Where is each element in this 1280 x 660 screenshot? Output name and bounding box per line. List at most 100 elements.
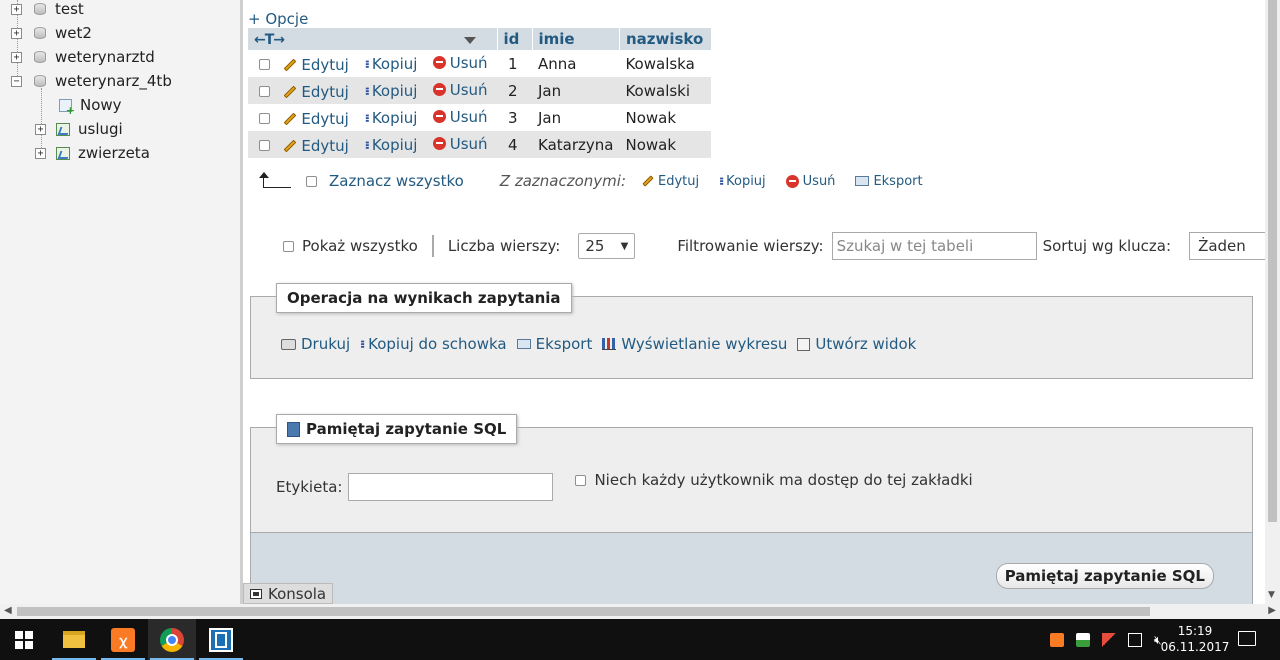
tree-item-label[interactable]: weterynarztd — [55, 48, 155, 66]
bulk-copy-button[interactable]: ⁝⁝ Kopiuj — [719, 174, 766, 189]
edit-row-button[interactable]: Edytuj — [283, 56, 349, 74]
edit-row-button[interactable]: Edytuj — [283, 137, 349, 155]
tree-item-weterynarztd[interactable]: + weterynarztd — [11, 46, 155, 68]
delete-row-button[interactable]: Usuń — [432, 54, 488, 72]
copy-row-button[interactable]: ⁝⁝ Kopiuj — [365, 82, 418, 100]
tree-item-label[interactable]: uslugi — [78, 120, 123, 138]
save-bookmark-button[interactable]: Pamiętaj zapytanie SQL — [995, 563, 1214, 589]
scroll-down-icon[interactable]: ▼ — [1268, 590, 1275, 600]
bulk-delete-label: Usuń — [802, 173, 836, 189]
copy-label: Kopiuj — [371, 82, 418, 101]
expand-icon[interactable]: + — [11, 51, 22, 63]
delete-row-button[interactable]: Usuń — [432, 134, 488, 153]
column-resize-arrows[interactable]: ←T→ — [254, 32, 285, 48]
select-all-checkbox[interactable] — [306, 175, 317, 187]
cell-id: 4 — [497, 131, 532, 158]
volume-alert-icon[interactable] — [1102, 632, 1116, 647]
row-checkbox[interactable] — [259, 85, 270, 97]
bookmark-query-legend: Pamiętaj zapytanie SQL — [276, 414, 518, 444]
copy-row-button[interactable]: ⁝⁝ Kopiuj — [365, 136, 418, 154]
bookmark-label-input[interactable] — [348, 473, 554, 501]
create-view-label: Utwórz widok — [815, 335, 917, 353]
clock[interactable]: 15:19 06.11.2017 — [1160, 623, 1230, 655]
vertical-scrollbar[interactable]: ▼ — [1265, 0, 1280, 604]
scroll-right-icon[interactable]: ▶ — [1268, 605, 1276, 616]
print-link[interactable]: Drukuj — [281, 335, 350, 353]
copy-row-button[interactable]: ⁝⁝ Kopiuj — [365, 55, 418, 73]
tree-item-wet2[interactable]: + wet2 — [11, 22, 92, 44]
shared-bookmark-checkbox[interactable] — [575, 474, 587, 486]
taskbar-editor[interactable] — [197, 619, 245, 660]
taskbar-xampp[interactable]: ꭓ — [99, 619, 147, 660]
vertical-scroll-thumb[interactable] — [1268, 0, 1277, 522]
notification-center-icon[interactable] — [1238, 631, 1256, 646]
filter-label: Filtrowanie wierszy: — [677, 237, 824, 255]
table-icon — [56, 146, 70, 160]
edit-row-button[interactable]: Edytuj — [283, 83, 349, 101]
show-all-checkbox[interactable] — [283, 240, 294, 252]
sort-by-key-select[interactable]: Żaden — [1189, 232, 1265, 260]
bulk-edit-button[interactable]: Edytuj — [642, 174, 699, 189]
taskbar-chrome[interactable] — [148, 619, 196, 660]
column-header-nazwisko[interactable]: nazwisko — [619, 28, 712, 50]
expand-icon[interactable]: + — [11, 3, 22, 15]
column-header-id[interactable]: id — [497, 28, 533, 50]
shared-bookmark-label[interactable]: Niech każdy użytkownik ma dostęp do tej … — [594, 471, 972, 489]
database-icon — [34, 75, 46, 87]
select-all-link[interactable]: Zaznacz wszystko — [329, 172, 464, 190]
copy-to-clipboard-link[interactable]: ⁝⁝ Kopiuj do schowka — [360, 335, 507, 353]
expand-icon[interactable]: + — [35, 147, 46, 159]
tree-item-weterynarz-4tb[interactable]: − weterynarz_4tb — [11, 70, 172, 92]
console-toggle[interactable]: Konsola — [243, 583, 334, 604]
expand-icon[interactable]: + — [35, 123, 46, 135]
cell-id: 1 — [497, 50, 532, 77]
sort-dropdown-icon[interactable] — [464, 37, 477, 44]
taskbar-file-explorer[interactable] — [50, 619, 98, 660]
tree-item-label[interactable]: weterynarz_4tb — [55, 72, 172, 90]
tree-item-label[interactable]: wet2 — [55, 24, 92, 42]
tree-item-label[interactable]: test — [55, 0, 84, 18]
column-header-imie[interactable]: imie — [532, 28, 620, 50]
delete-row-button[interactable]: Usuń — [432, 108, 488, 126]
rows-count-select[interactable]: 25 ▼ — [578, 233, 636, 259]
export-icon — [855, 176, 870, 186]
show-all-label[interactable]: Pokaż wszystko — [302, 237, 418, 255]
network-icon[interactable] — [1128, 632, 1142, 647]
filter-placeholder: Szukaj w tej tabeli — [836, 237, 974, 255]
query-operations-panel: Operacja na wynikach zapytania Drukuj ⁝⁝… — [250, 283, 1253, 379]
options-link[interactable]: + Opcje — [248, 10, 308, 28]
copy-label: Kopiuj — [371, 55, 418, 74]
row-checkbox[interactable] — [259, 58, 270, 70]
edit-label: Edytuj — [301, 83, 349, 101]
bulk-export-button[interactable]: Eksport — [855, 174, 923, 189]
display-chart-link[interactable]: Wyświetlanie wykresu — [602, 335, 787, 353]
delete-row-button[interactable]: Usuń — [432, 81, 488, 99]
tree-item-label[interactable]: Nowy — [80, 96, 122, 114]
horizontal-scroll-thumb[interactable] — [17, 607, 1150, 616]
delete-label: Usuń — [449, 134, 488, 153]
edit-row-button[interactable]: Edytuj — [283, 110, 349, 128]
row-checkbox[interactable] — [259, 112, 270, 124]
bulk-delete-button[interactable]: Usuń — [785, 173, 836, 189]
tree-item-new-table[interactable]: Nowy — [59, 94, 122, 117]
copy-row-button[interactable]: ⁝⁝ Kopiuj — [365, 109, 418, 127]
scroll-left-icon[interactable]: ◀ — [4, 605, 12, 616]
tree-item-zwierzeta[interactable]: + zwierzeta — [35, 142, 150, 164]
chrome-icon — [160, 627, 184, 652]
expand-icon[interactable]: + — [11, 27, 22, 39]
security-shield-icon[interactable] — [1076, 632, 1090, 647]
xampp-tray-icon[interactable] — [1050, 632, 1064, 647]
bookmark-query-title: Pamiętaj zapytanie SQL — [306, 420, 507, 438]
row-checkbox[interactable] — [259, 139, 270, 151]
copy-to-clipboard-label: Kopiuj do schowka — [368, 335, 507, 353]
collapse-icon[interactable]: − — [11, 75, 22, 87]
tree-item-label[interactable]: zwierzeta — [78, 144, 150, 162]
start-button[interactable] — [0, 619, 48, 660]
tree-item-uslugi[interactable]: + uslugi — [35, 118, 123, 140]
bookmark-query-panel: Pamiętaj zapytanie SQL Etykieta: Niech k… — [250, 414, 1253, 604]
export-link[interactable]: Eksport — [516, 335, 592, 353]
create-view-link[interactable]: Utwórz widok — [797, 335, 916, 353]
filter-rows-input[interactable]: Szukaj w tej tabeli — [831, 232, 1037, 260]
horizontal-scrollbar[interactable]: ◀ ▶ — [0, 604, 1280, 619]
tree-item-test[interactable]: + test — [11, 0, 84, 20]
